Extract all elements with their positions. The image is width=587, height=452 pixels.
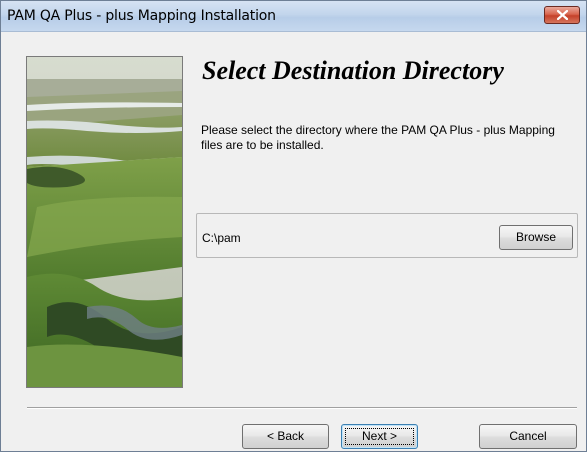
dialog-body: Select Destination Directory Please sele… [1, 32, 586, 451]
close-button[interactable] [544, 6, 580, 24]
page-title: Select Destination Directory [202, 56, 504, 85]
landscape-image [26, 56, 183, 388]
cancel-button[interactable]: Cancel [479, 424, 577, 449]
footer-separator [27, 407, 577, 409]
next-button[interactable]: Next > [341, 424, 418, 449]
back-button[interactable]: < Back [242, 424, 329, 449]
instructions-text: Please select the directory where the PA… [201, 123, 555, 152]
title-bar[interactable]: PAM QA Plus - plus Mapping Installation [1, 1, 586, 32]
installer-window: PAM QA Plus - plus Mapping Installation [0, 0, 587, 452]
window-title: PAM QA Plus - plus Mapping Installation [7, 8, 276, 24]
browse-button[interactable]: Browse [499, 225, 573, 250]
destination-folder-group: C:\pam Browse [196, 213, 578, 258]
destination-path: C:\pam [202, 231, 241, 245]
focus-indicator [345, 428, 414, 445]
close-icon [557, 10, 568, 20]
